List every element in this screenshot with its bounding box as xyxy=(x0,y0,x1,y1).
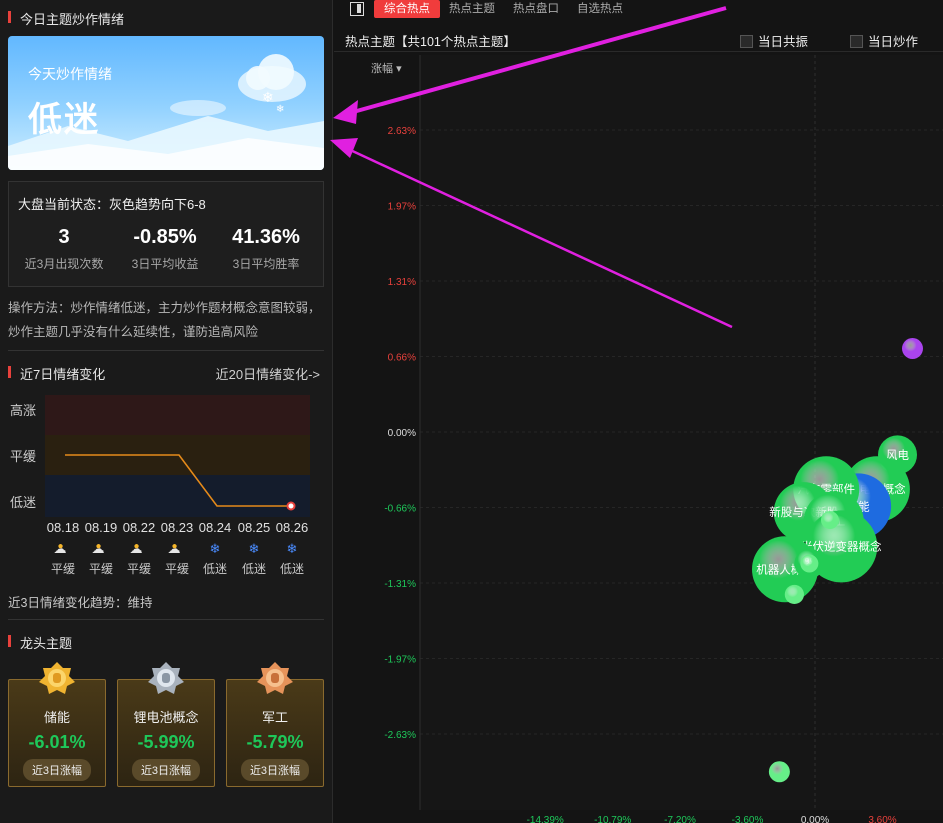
leader-card-3[interactable]: 军工 -5.79% 近3日涨幅 xyxy=(226,662,324,787)
stat-win-rate: 41.36% 3日平均胜率 xyxy=(232,226,300,271)
cloud-sun-icon: ●☁ xyxy=(53,541,67,556)
bubble[interactable] xyxy=(821,511,839,530)
operation-text: 操作方法：炒作情绪低迷，主力炒作题材概念意图较弱，炒作主题几乎没有什么延续性，谨… xyxy=(8,301,321,339)
bubble[interactable] xyxy=(784,584,804,605)
cloud-sun-icon: ●☁ xyxy=(91,541,105,556)
x-tick-label: 3.60% xyxy=(868,815,896,823)
y-tick-label: 2.63% xyxy=(388,126,416,137)
tab-热点盘口[interactable]: 热点盘口 xyxy=(503,0,569,18)
day-column: 08.18 ●☁ 平缓 xyxy=(43,520,83,577)
day-column: 08.25 ❄ 低迷 xyxy=(234,520,274,577)
section-title-leader: 龙头主题 xyxy=(8,633,72,652)
level-label-high: 高涨 xyxy=(10,403,37,418)
checkbox-box[interactable] xyxy=(850,35,863,48)
y-tick-label: 0.00% xyxy=(388,428,416,439)
day-mood: 平缓 xyxy=(50,562,75,576)
mood-trend-chart xyxy=(45,395,310,517)
market-status-text: 大盘当前状态：灰色趋势向下6-8 xyxy=(18,197,206,212)
level-label-low: 低迷 xyxy=(10,495,37,510)
divider xyxy=(8,619,324,620)
stat-avg-return: -0.85% 3日平均收益 xyxy=(131,226,199,271)
day-column: 08.23 ●☁ 平缓 xyxy=(157,520,197,577)
svg-text:❄: ❄ xyxy=(276,104,284,115)
x-tick-label: 0.00% xyxy=(801,815,829,823)
day-date: 08.19 xyxy=(84,520,118,535)
day-mood: 低迷 xyxy=(279,562,304,576)
y-tick-label: 1.31% xyxy=(388,277,416,288)
leader-card-2[interactable]: 锂电池概念 -5.99% 近3日涨幅 xyxy=(117,662,215,787)
cloud-sun-icon: ●☁ xyxy=(167,541,181,556)
x-tick-label: -7.20% xyxy=(664,815,696,823)
section-title-today: 今日主题炒作情绪 xyxy=(8,9,124,28)
snowflake-icon: ❄ xyxy=(286,541,298,556)
day-date: 08.24 xyxy=(198,520,232,535)
x-tick-label: -3.60% xyxy=(732,815,764,823)
mood-card: ❄ ❄ 今天炒作情绪 低迷 xyxy=(8,36,324,170)
tab-自选热点[interactable]: 自选热点 xyxy=(567,0,633,18)
chart-title: 热点主题【共101个热点主题】 xyxy=(345,35,516,49)
day-column: 08.22 ●☁ 平缓 xyxy=(119,520,159,577)
band-high xyxy=(45,395,310,435)
market-status-box: 大盘当前状态：灰色趋势向下6-8 3 近3月出现次数 -0.85% 3日平均收益… xyxy=(8,181,324,287)
snowflake-icon: ❄ xyxy=(209,541,221,556)
bubble[interactable] xyxy=(800,554,819,573)
svg-text:❄: ❄ xyxy=(262,90,274,106)
sort-dropdown[interactable]: 涨幅 ▾ xyxy=(371,60,402,76)
day-date: 08.18 xyxy=(46,520,80,535)
section-title-7day: 近7日情绪变化 xyxy=(8,364,105,383)
checkbox-box[interactable] xyxy=(740,35,753,48)
y-tick-label: -1.31% xyxy=(384,579,416,590)
day-mood: 平缓 xyxy=(88,562,113,576)
y-tick-label: -0.66% xyxy=(384,504,416,515)
bubble[interactable] xyxy=(768,761,790,783)
checkbox-hype[interactable]: 当日炒作 xyxy=(850,31,918,50)
leader-card-1[interactable]: 储能 -6.01% 近3日涨幅 xyxy=(8,662,106,787)
day-mood: 平缓 xyxy=(164,562,189,576)
tab-综合热点[interactable]: 综合热点 xyxy=(374,0,440,18)
cloud-sun-icon: ●☁ xyxy=(129,541,143,556)
day-date: 08.23 xyxy=(160,520,194,535)
tab-bar: 综合热点 热点主题 热点盘口 自选热点 xyxy=(334,0,943,20)
chart-header: 热点主题【共101个热点主题】 当日共振 当日炒作 xyxy=(334,28,943,52)
bubble[interactable] xyxy=(902,337,923,359)
cloud-snow-icon: ❄ ❄ xyxy=(238,54,306,115)
x-tick-label: -14.39% xyxy=(527,815,564,823)
tab-热点主题[interactable]: 热点主题 xyxy=(439,0,505,18)
mood-value: 低迷 xyxy=(28,101,100,139)
scatter-plot: 2.63% 1.97% 1.31% 0.66% 0.00% -0.66% -1.31% -1.… xyxy=(384,55,943,823)
caret-down-icon: ▾ xyxy=(396,63,402,75)
collapse-panel-icon[interactable] xyxy=(350,2,364,16)
x-tick-label: -10.79% xyxy=(594,815,631,823)
trend-endpoint xyxy=(286,501,296,511)
gold-medal-icon xyxy=(39,662,75,694)
left-panel: 今日主题炒作情绪 ❄ ❄ 今天炒作情绪 低迷 大盘当前状态：灰色趋势向下6-8 … xyxy=(0,0,333,823)
stat-occurrences: 3 近3月出现次数 xyxy=(24,226,104,271)
day-mood: 低迷 xyxy=(241,562,266,576)
day-date: 08.22 xyxy=(122,520,156,535)
checkbox-resonance[interactable]: 当日共振 xyxy=(740,31,808,50)
y-tick-label: -1.97% xyxy=(384,655,416,666)
day-date: 08.25 xyxy=(237,520,271,535)
day-column: 08.19 ●☁ 平缓 xyxy=(81,520,121,577)
snowflake-icon: ❄ xyxy=(248,541,260,556)
trend-3day-text: 近3日情绪变化趋势：维持 xyxy=(8,596,153,610)
link-20day-trend[interactable]: 近20日情绪变化-> xyxy=(216,364,320,383)
right-panel: 综合热点 热点主题 热点盘口 自选热点 热点主题【共101个热点主题】 当日共振… xyxy=(334,0,943,823)
day-mood: 低迷 xyxy=(202,562,227,576)
level-label-flat: 平缓 xyxy=(10,449,37,464)
y-tick-label: 0.66% xyxy=(388,353,416,364)
y-tick-label: 1.97% xyxy=(388,202,416,213)
band-low xyxy=(45,475,310,517)
bronze-medal-icon xyxy=(257,662,293,694)
day-column: 08.26 ❄ 低迷 xyxy=(272,520,312,577)
y-tick-label: -2.63% xyxy=(384,730,416,741)
silver-medal-icon xyxy=(148,662,184,694)
day-mood: 平缓 xyxy=(126,562,151,576)
divider xyxy=(8,350,324,351)
mood-label: 今天炒作情绪 xyxy=(28,66,112,82)
day-date: 08.26 xyxy=(275,520,309,535)
day-column: 08.24 ❄ 低迷 xyxy=(195,520,235,577)
